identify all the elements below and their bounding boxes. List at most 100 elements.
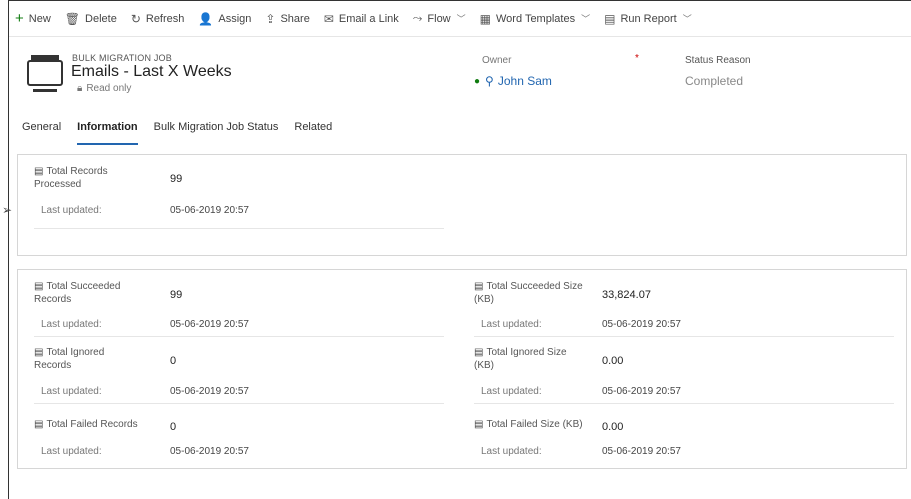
mouse-cursor-icon: ➢ — [2, 203, 13, 217]
email-icon: ✉ — [323, 11, 334, 26]
field-label: ▤ Total Succeeded Size (KB) — [474, 281, 583, 305]
last-updated-value: 05-06-2019 20:57 — [170, 446, 249, 457]
new-button[interactable]: + New — [15, 10, 51, 27]
word-icon: ▦ — [479, 11, 491, 26]
last-updated-label: Last updated: — [41, 446, 102, 457]
divider — [474, 336, 894, 337]
chevron-down-icon: ﹀ — [682, 14, 692, 24]
delete-button[interactable]: 🗑 Delete — [65, 12, 117, 26]
owner-link[interactable]: ● ⚲ John Sam — [474, 74, 552, 88]
assign-button[interactable]: 👤 Assign — [198, 12, 251, 26]
field-value[interactable]: 99 — [170, 173, 182, 185]
command-bar: + New 🗑 Delete ↻ Refresh 👤 Assign ⇪ Shar… — [9, 1, 911, 37]
refresh-icon: ↻ — [130, 11, 141, 26]
total-succeeded-records-field: ▤ Total Succeeded Records 99 Last updated… — [18, 280, 444, 338]
field-label: ▤ Total Records Processed — [34, 166, 108, 190]
share-label: Share — [280, 12, 310, 25]
calculator-icon: ▤ — [474, 281, 484, 292]
tab-general[interactable]: General — [22, 121, 61, 145]
field-value[interactable]: 33,824.07 — [602, 289, 651, 301]
last-updated-label: Last updated: — [41, 319, 102, 330]
total-failed-size-field: ▤ Total Failed Size (KB) 0.00 Last update… — [458, 418, 868, 463]
owner-name: John Sam — [497, 74, 552, 88]
flow-button[interactable]: ⤳ Flow ﹀ — [413, 11, 466, 26]
field-value[interactable]: 0 — [170, 355, 176, 367]
email-link-label: Email a Link — [338, 12, 399, 25]
total-records-processed-field: ▤ Total Records Processed 99 Last updated… — [18, 165, 444, 245]
total-failed-records-field: ▤ Total Failed Records 0 Last updated: 05… — [18, 418, 428, 463]
field-value[interactable]: 0.00 — [602, 421, 623, 433]
trash-icon: 🗑 — [64, 11, 81, 26]
form-window: + New 🗑 Delete ↻ Refresh 👤 Assign ⇪ Shar… — [8, 0, 911, 499]
last-updated-value: 05-06-2019 20:57 — [602, 386, 681, 397]
calculator-icon: ▤ — [34, 281, 44, 292]
total-ignored-records-field: ▤ Total Ignored Records 0 Last updated: 0… — [18, 346, 444, 404]
last-updated-value: 05-06-2019 20:57 — [602, 319, 681, 330]
tab-list: General Information Bulk Migration Job S… — [9, 121, 335, 145]
tab-related[interactable]: Related — [294, 121, 332, 145]
last-updated-label: Last updated: — [481, 386, 542, 397]
readonly-label: Read only — [86, 83, 132, 94]
person-icon: ⚲ — [485, 74, 494, 88]
record-header: BULK MIGRATION JOB Emails - Last X Weeks… — [9, 43, 911, 113]
tab-bulk-migration-job-status[interactable]: Bulk Migration Job Status — [154, 121, 279, 145]
records-processed-section: ▤ Total Records Processed 99 Last updated… — [17, 154, 907, 256]
flow-icon: ⤳ — [412, 11, 423, 25]
field-value[interactable]: 99 — [170, 289, 182, 301]
entity-icon — [27, 55, 63, 92]
field-label: ▤ Total Failed Size (KB) — [474, 419, 583, 430]
field-value[interactable]: 0.00 — [602, 355, 623, 367]
last-updated-value: 05-06-2019 20:57 — [170, 386, 249, 397]
last-updated-label: Last updated: — [481, 446, 542, 457]
lock-icon: 🔒︎ — [77, 83, 83, 94]
status-reason-label: Status Reason — [685, 55, 751, 66]
totals-section: ▤ Total Succeeded Records 99 Last updated… — [17, 269, 907, 469]
run-report-label: Run Report — [620, 12, 677, 25]
status-reason-value: Completed — [685, 74, 744, 88]
field-label: ▤ Total Ignored Records — [34, 347, 105, 371]
record-title: Emails - Last X Weeks — [71, 63, 232, 80]
readonly-indicator: 🔒︎ Read only — [77, 83, 131, 94]
divider — [474, 403, 894, 404]
report-icon: ▤ — [604, 11, 616, 26]
field-label: ▤ Total Ignored Size (KB) — [474, 347, 567, 371]
delete-label: Delete — [85, 12, 117, 25]
calculator-icon: ▤ — [474, 347, 484, 358]
chevron-down-icon: ﹀ — [581, 14, 591, 24]
calculator-icon: ▤ — [474, 419, 484, 430]
last-updated-label: Last updated: — [41, 386, 102, 397]
plus-icon: + — [15, 10, 24, 27]
field-label: ▤ Total Failed Records — [34, 419, 138, 430]
calculator-icon: ▤ — [34, 347, 44, 358]
share-button[interactable]: ⇪ Share — [265, 12, 309, 26]
field-value[interactable]: 0 — [170, 421, 176, 433]
last-updated-value: 05-06-2019 20:57 — [170, 319, 249, 330]
last-updated-label: Last updated: — [41, 205, 102, 216]
flow-label: Flow — [427, 12, 451, 25]
presence-icon: ● — [474, 75, 481, 87]
divider — [34, 228, 444, 229]
divider — [34, 336, 444, 337]
required-marker: * — [635, 53, 639, 64]
last-updated-value: 05-06-2019 20:57 — [602, 446, 681, 457]
field-label: ▤ Total Succeeded Records — [34, 281, 121, 305]
chevron-down-icon: ﹀ — [456, 14, 466, 24]
share-icon: ⇪ — [265, 11, 276, 26]
divider — [34, 403, 444, 404]
owner-label: Owner — [482, 55, 512, 66]
assign-label: Assign — [218, 12, 252, 25]
total-ignored-size-field: ▤ Total Ignored Size (KB) 0.00 Last updat… — [458, 346, 894, 404]
total-succeeded-size-field: ▤ Total Succeeded Size (KB) 33,824.07 Las… — [458, 280, 894, 338]
last-updated-value: 05-06-2019 20:57 — [170, 205, 249, 216]
refresh-label: Refresh — [145, 12, 185, 25]
refresh-button[interactable]: ↻ Refresh — [131, 12, 185, 26]
email-link-button[interactable]: ✉ Email a Link — [324, 12, 399, 26]
entity-type: BULK MIGRATION JOB — [72, 53, 172, 63]
tab-information[interactable]: Information — [77, 121, 138, 145]
last-updated-label: Last updated: — [481, 319, 542, 330]
person-icon: 👤 — [198, 11, 214, 26]
calculator-icon: ▤ — [34, 419, 44, 430]
run-report-button[interactable]: ▤ Run Report ﹀ — [604, 12, 692, 26]
word-templates-label: Word Templates — [496, 12, 576, 25]
word-templates-button[interactable]: ▦ Word Templates ﹀ — [480, 12, 590, 26]
